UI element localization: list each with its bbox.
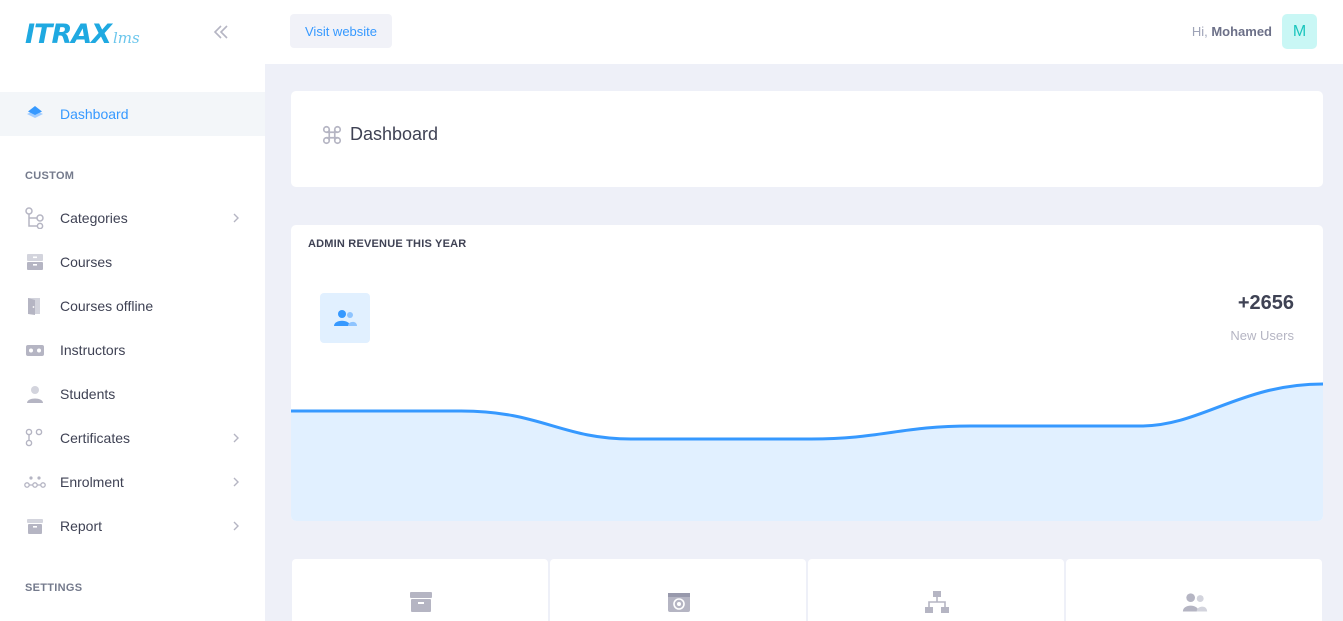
sidebar-item-report[interactable]: Report (0, 504, 265, 548)
chevron-right-icon (233, 477, 239, 487)
sidebar-item-label: Certificates (60, 430, 131, 446)
sidebar-item-categories[interactable]: Categories (0, 196, 265, 240)
chart-area-fill (291, 384, 1323, 521)
archive-icon (410, 592, 432, 612)
stat-card-media[interactable] (550, 559, 806, 621)
top-header: Visit website Hi, Mohamed M (265, 0, 1343, 64)
nodes-icon (24, 427, 46, 449)
sidebar-item-label: Students (60, 386, 116, 402)
command-icon (322, 125, 342, 145)
sidebar-item-enrolment[interactable]: Enrolment (0, 460, 265, 504)
section-title-settings: SETTINGS (25, 582, 83, 594)
user-greeting[interactable]: Hi, Mohamed (1192, 24, 1272, 39)
page-title: Dashboard (350, 124, 439, 144)
collapse-sidebar-button[interactable] (209, 21, 233, 43)
page-title-card: Dashboard (291, 91, 1323, 187)
chevron-right-icon (233, 521, 239, 531)
sidebar-item-courses-offline[interactable]: Courses offline (0, 284, 265, 328)
revenue-card-title: ADMIN REVENUE THIS YEAR (308, 238, 467, 250)
sidebar-item-label: Courses (60, 254, 113, 270)
new-users-value: +2656 (1237, 292, 1294, 314)
revenue-area-chart (291, 382, 1323, 521)
new-users-label: New Users (1230, 328, 1294, 343)
sidebar-item-label: Instructors (60, 342, 126, 358)
brand-logo[interactable]: ITRAX lms (25, 14, 140, 50)
chevron-right-icon (233, 213, 239, 223)
camera-icon (668, 593, 690, 612)
stat-card-courses[interactable] (292, 559, 548, 621)
avatar[interactable]: M (1282, 14, 1317, 49)
sidebar-item-instructors[interactable]: Instructors (0, 328, 265, 372)
users-icon (1182, 593, 1208, 612)
chevron-right-icon (233, 433, 239, 443)
user-name: Mohamed (1211, 24, 1272, 39)
sidebar-item-dashboard[interactable]: Dashboard (0, 92, 265, 136)
sidebar-item-label: Dashboard (60, 106, 129, 122)
flow-icon (24, 471, 46, 493)
chevrons-left-icon (213, 25, 228, 39)
brand-suffix: lms (112, 29, 140, 47)
revenue-card: ADMIN REVENUE THIS YEAR +2656 New Users (291, 225, 1323, 521)
sidebar: ITRAX lms Dashboard CUSTOM Categories Co… (0, 0, 265, 621)
archive-icon (24, 251, 46, 273)
visit-website-button[interactable]: Visit website (290, 14, 393, 48)
sidebar-item-label: Enrolment (60, 474, 124, 490)
sidebar-item-students[interactable]: Students (0, 372, 265, 416)
sidebar-item-certificates[interactable]: Certificates (0, 416, 265, 460)
hierarchy-icon (24, 207, 46, 229)
user-icon (24, 383, 46, 405)
sidebar-item-label: Courses offline (60, 298, 154, 314)
users-icon (334, 310, 357, 326)
sidebar-item-label: Report (60, 518, 103, 534)
users-icon-box (320, 293, 370, 343)
section-title-custom: CUSTOM (25, 170, 75, 182)
sidebar-item-label: Categories (60, 210, 128, 226)
vr-headset-icon (24, 339, 46, 361)
stat-card-users[interactable] (1066, 559, 1322, 621)
box-icon (24, 515, 46, 537)
stat-card-network[interactable] (808, 559, 1064, 621)
brand-name: ITRAX (25, 19, 112, 50)
greeting-text: Hi, (1191, 24, 1208, 39)
door-icon (24, 295, 46, 317)
sidebar-item-courses[interactable]: Courses (0, 240, 265, 284)
network-icon (925, 591, 949, 613)
layers-icon (24, 103, 46, 125)
